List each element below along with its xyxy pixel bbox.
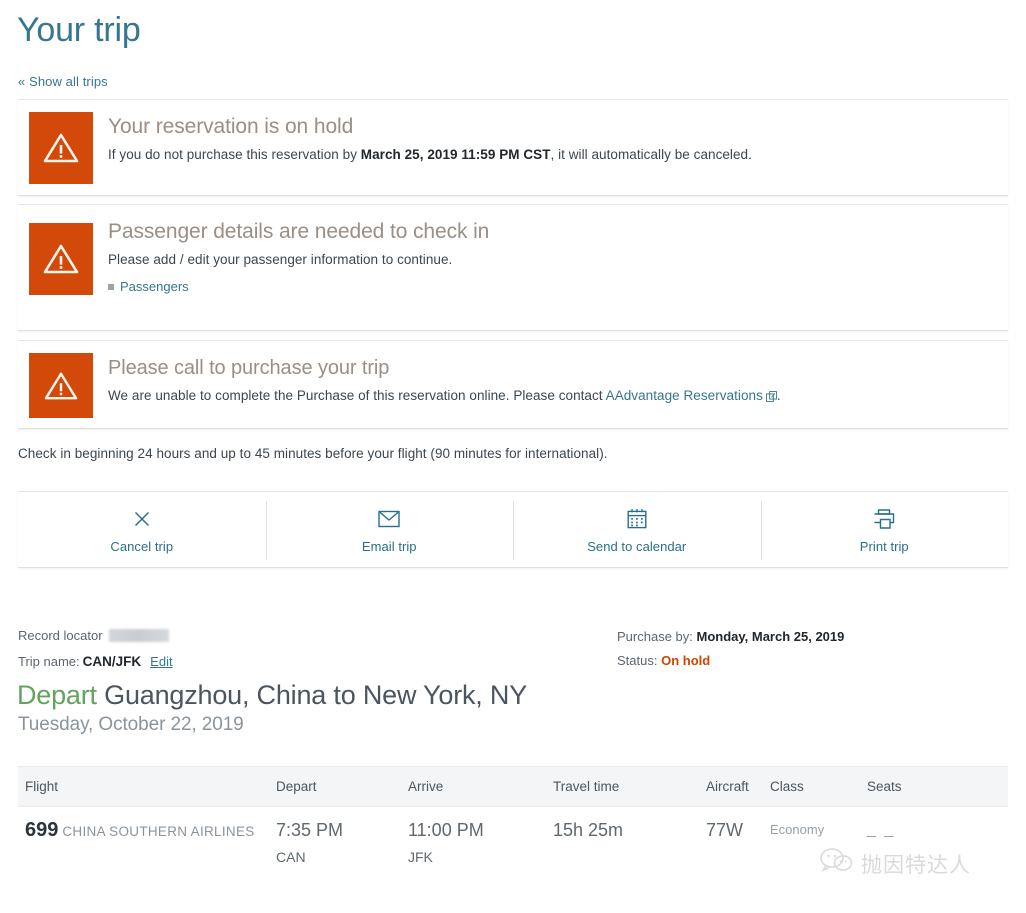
action-label: Print trip [859,538,909,554]
alert-heading: Passenger details are needed to check in [108,220,490,243]
watermark: 抛因特达人 [820,848,971,879]
record-locator-label: Record locator [18,628,103,643]
purchase-by-value: Monday, March 25, 2019 [696,629,845,644]
alert-text-prefix: If you do not purchase this reservation … [108,147,361,162]
purchase-by-label: Purchase by: [617,629,693,644]
close-x-icon [133,506,151,532]
seats-value: _ _ [867,821,896,838]
cell-aircraft: 77W [706,807,770,876]
aadvantage-reservations-link[interactable]: AAdvantage Reservations [606,388,763,403]
depart-time: 7:35 PM [276,820,344,840]
action-label: Send to calendar [587,538,687,554]
alert-description: Please add / edit your passenger informa… [108,252,453,267]
alert-text-prefix: We are unable to complete the Purchase o… [108,388,606,403]
trip-name-row: Trip name: CAN/JFK Edit [18,649,173,675]
aircraft-value: 77W [706,820,744,840]
action-label: Email trip [361,538,417,554]
calendar-icon [627,506,647,532]
alert-heading: Please call to purchase your trip [108,357,390,379]
passengers-link[interactable]: Passengers [120,279,189,294]
segment-heading: Depart Guangzhou, China to New York, NY [17,678,527,712]
alert-text-suffix: . [776,388,781,403]
alert-please-call-to-purchase: Please call to purchase your trip We are… [18,340,1008,429]
alert-heading: Your reservation is on hold [108,115,354,138]
printer-icon [873,506,895,532]
send-to-calendar-button[interactable]: Send to calendar [513,492,761,567]
column-header-flight: Flight [18,766,276,807]
warning-triangle-icon [29,353,93,418]
status-row: Status: On hold [617,649,844,673]
alert-description: If you do not purchase this reservation … [108,145,998,164]
segment-date: Tuesday, October 22, 2019 [18,714,244,735]
alert-passenger-details-needed: Passenger details are needed to check in… [18,204,1008,331]
arrive-time: 11:00 PM [408,820,484,840]
depart-airport-code: CAN [276,849,306,865]
alert-link-row: Passengers [108,279,998,294]
trip-actions-bar: Cancel trip Email trip Send to calendar … [18,491,1008,568]
travel-time-value: 15h 25m [553,820,624,840]
class-value: Economy [770,822,825,837]
print-trip-button[interactable]: Print trip [760,492,1009,567]
wechat-icon [820,848,854,879]
cell-travel-time: 15h 25m [553,807,706,876]
purchase-status-block: Purchase by: Monday, March 25, 2019 Stat… [617,625,844,673]
column-header-aircraft: Aircraft [706,766,770,807]
cell-flight: 699 CHINA SOUTHERN AIRLINES [18,807,276,876]
trip-name-value: CAN/JFK [82,654,142,669]
warning-triangle-icon [29,223,93,295]
purchase-by-row: Purchase by: Monday, March 25, 2019 [617,625,844,649]
edit-trip-name-link[interactable]: Edit [150,654,172,669]
flight-number: 699 [25,819,59,841]
action-label: Cancel trip [110,538,174,554]
checkin-window-note: Check in beginning 24 hours and up to 45… [18,446,608,461]
external-link-icon [765,388,777,407]
flight-table-head: Flight Depart Arrive Travel time Aircraf… [18,766,1008,807]
alert-description: We are unable to complete the Purchase o… [108,386,998,407]
depart-label: Depart [17,680,97,710]
carrier-name: CHINA SOUTHERN AIRLINES [62,824,255,839]
cell-arrive: 11:00 PM JFK [408,807,553,876]
status-label: Status: [617,653,658,668]
square-bullet-icon [108,283,114,290]
alert-deadline: March 25, 2019 11:59 PM CST [360,147,551,162]
trip-name-label: Trip name: [18,654,80,669]
column-header-depart: Depart [276,766,408,807]
record-locator-value-redacted [108,629,169,642]
show-all-trips-link[interactable]: « Show all trips [18,74,108,89]
trip-details-page: Your trip « Show all trips Your reservat… [0,0,1026,913]
flight-table-header-row: Flight Depart Arrive Travel time Aircraf… [18,766,1008,807]
envelope-icon [378,506,400,532]
cell-depart: 7:35 PM CAN [276,807,408,876]
column-header-arrive: Arrive [408,766,553,807]
segment-route: Guangzhou, China to New York, NY [96,680,528,710]
cancel-trip-button[interactable]: Cancel trip [18,492,266,567]
record-locator-row: Record locator [18,623,173,649]
watermark-text: 抛因特达人 [861,852,971,877]
column-header-seats: Seats [867,766,1008,807]
email-trip-button[interactable]: Email trip [265,492,514,567]
column-header-travel-time: Travel time [553,766,706,807]
status-badge: On hold [661,653,711,668]
alert-text-suffix: , it will automatically be canceled. [550,147,752,162]
column-header-class: Class [770,766,867,807]
alert-reservation-on-hold: Your reservation is on hold If you do no… [18,99,1008,196]
reservation-identity-block: Record locator Trip name: CAN/JFK Edit [18,623,173,675]
warning-triangle-icon [29,112,93,184]
arrive-airport-code: JFK [408,849,433,865]
page-title: Your trip [17,11,141,49]
